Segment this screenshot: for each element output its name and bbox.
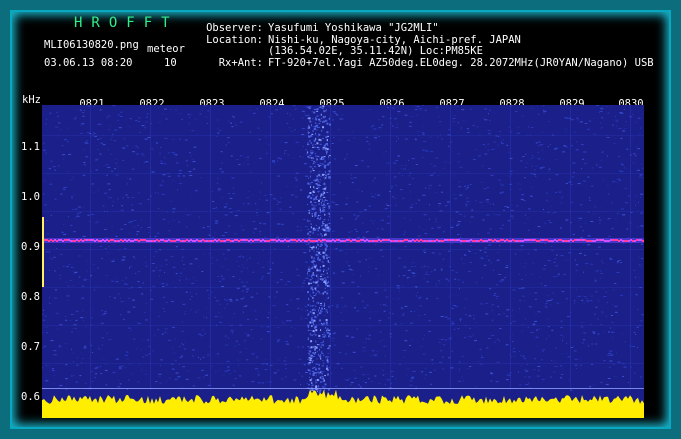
minute-gridline xyxy=(630,105,631,390)
observer-label: Observer: xyxy=(206,22,263,34)
observer-value: Yasufumi Yoshikawa "JG2MLI" xyxy=(268,22,439,34)
minute-gridline xyxy=(570,105,571,390)
y-tick-label: 0.9 xyxy=(21,241,40,253)
y-tick-label: 0.6 xyxy=(21,391,40,403)
y-axis-unit: kHz xyxy=(22,94,41,106)
meter-baseline xyxy=(42,388,644,389)
minute-gridline xyxy=(450,105,451,390)
horizontal-streak xyxy=(42,135,644,136)
y-tick-label: 0.7 xyxy=(21,341,40,353)
horizontal-streak xyxy=(42,287,644,288)
observer-row: Observer: Yasufumi Yoshikawa "JG2MLI" xyxy=(203,22,654,35)
capture-mode: meteor xyxy=(147,43,185,55)
rx-value: FT-920+7el.Yagi AZ50deg.EL0deg. 28.2072M… xyxy=(268,56,654,69)
y-tick-label: 0.8 xyxy=(21,291,40,303)
minute-gridline xyxy=(90,105,91,390)
minute-gridline xyxy=(210,105,211,390)
app-title: HROFFT xyxy=(74,15,179,31)
y-tick-label: 1.1 xyxy=(21,141,40,153)
minute-gridline xyxy=(150,105,151,390)
minute-gridline xyxy=(270,105,271,390)
horizontal-streak xyxy=(42,325,644,326)
minute-gridline xyxy=(390,105,391,390)
spectrogram-canvas xyxy=(42,105,644,418)
capture-filename: MLI06130820.png xyxy=(44,39,139,51)
station-info: Observer: Yasufumi Yoshikawa "JG2MLI" Lo… xyxy=(203,22,654,70)
minute-gridline xyxy=(330,105,331,390)
horizontal-streak xyxy=(42,363,644,364)
meteor-count: 10 xyxy=(164,57,177,69)
capture-datetime: 03.06.13 08:20 xyxy=(44,57,133,69)
coords-value: (136.54.02E, 35.11.42N) Loc:PM85KE xyxy=(268,45,483,57)
rx-label: Rx+Ant: xyxy=(218,56,263,69)
horizontal-streak xyxy=(42,173,644,174)
rx-row: Rx+Ant: FT-920+7el.Yagi AZ50deg.EL0deg. … xyxy=(203,56,654,70)
spectrogram-plot xyxy=(42,105,644,418)
horizontal-streak xyxy=(42,211,644,212)
horizontal-streak xyxy=(42,249,644,250)
minute-gridline xyxy=(510,105,511,390)
y-tick-label: 1.0 xyxy=(21,191,40,203)
coords-row: (136.54.02E, 35.11.42N) Loc:PM85KE xyxy=(203,45,654,58)
location-label: Location: xyxy=(206,33,263,46)
left-marker xyxy=(42,217,44,287)
